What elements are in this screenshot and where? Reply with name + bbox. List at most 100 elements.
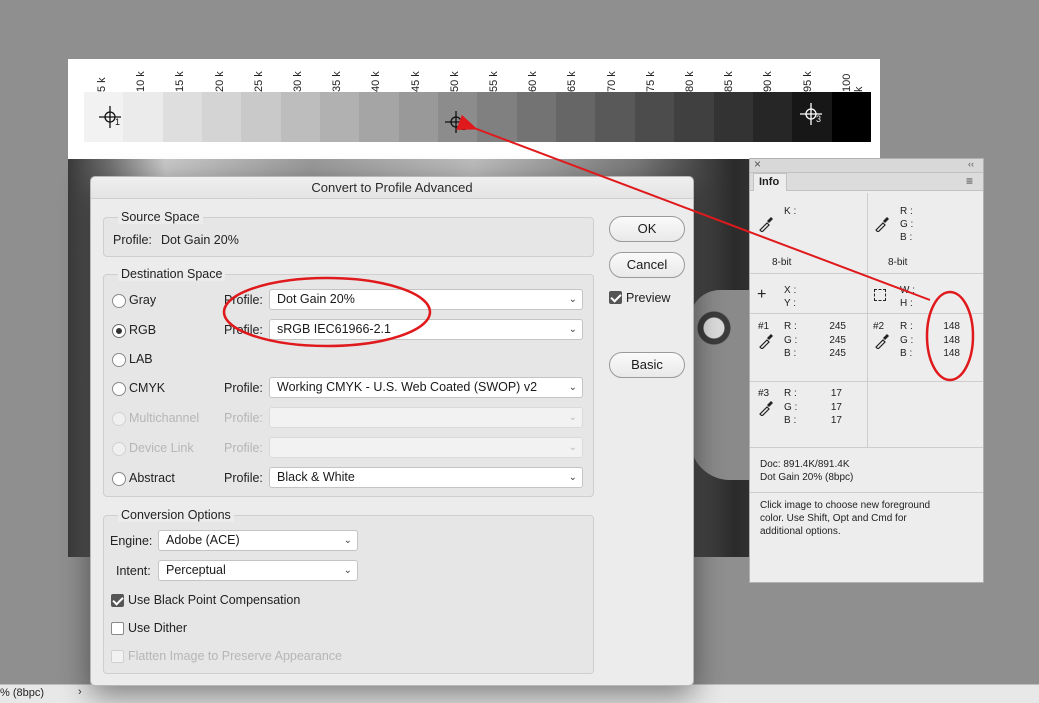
ramp-swatch[interactable]	[713, 92, 753, 142]
engine-label: Engine:	[110, 534, 153, 548]
collapse-icon[interactable]: ‹‹	[968, 159, 974, 169]
tab-info[interactable]: Info	[753, 173, 787, 191]
ramp-swatch[interactable]	[752, 92, 793, 142]
abstract-radio[interactable]	[112, 472, 126, 486]
device-link-label: Device Link	[129, 441, 194, 455]
eyedropper-icon	[874, 216, 890, 233]
gray-profile-select[interactable]: Dot Gain 20% ⌄	[269, 289, 583, 310]
ramp-swatch[interactable]	[516, 92, 557, 142]
sampler-3-r-value: 17	[830, 388, 842, 399]
gray-profile-label: Profile:	[224, 293, 263, 307]
cmyk-profile-value: Working CMYK - U.S. Web Coated (SWOP) v2	[277, 380, 538, 394]
ramp-swatch[interactable]	[674, 92, 714, 142]
abstract-profile-select[interactable]: Black & White ⌄	[269, 467, 583, 488]
status-menu-arrow[interactable]: ›	[78, 686, 82, 698]
close-icon[interactable]: ×	[754, 157, 761, 171]
ramp-swatch[interactable]	[202, 92, 242, 142]
ramp-swatch[interactable]	[556, 92, 596, 142]
ramp-tick-label: 95 k	[801, 71, 814, 92]
ramp-tick-label: 45 k	[409, 71, 422, 92]
cmyk-radio[interactable]	[112, 382, 126, 396]
chevron-down-icon: ⌄	[568, 324, 577, 335]
sampler-3-number: 3	[816, 114, 822, 124]
color-sampler-1-icon[interactable]: 1	[98, 105, 122, 129]
ramp-swatch[interactable]	[280, 92, 321, 142]
ramp-tick-label: 75 k	[644, 71, 657, 92]
color-sampler-2-icon[interactable]: 2	[444, 110, 468, 134]
y-label: Y :	[784, 298, 797, 309]
preview-checkbox[interactable]	[609, 291, 622, 304]
ramp-tick-label: 25 k	[252, 71, 265, 92]
source-profile-label: Profile:	[113, 233, 152, 247]
rgb-radio[interactable]	[112, 324, 126, 338]
help-text-line-1: Click image to choose new foreground	[760, 500, 931, 511]
chevron-down-icon: ⌄	[343, 565, 352, 576]
ramp-tick-label: 90 k	[762, 71, 775, 92]
sampler-2-b-label: B :	[900, 348, 913, 359]
engine-value: Adobe (ACE)	[166, 533, 240, 547]
info-divider	[750, 313, 983, 314]
sampler-2-g-label: G :	[900, 335, 914, 346]
lab-label: LAB	[129, 352, 153, 366]
sampler-2-b-value: 148	[943, 348, 960, 359]
ramp-tick-label: 50 k	[448, 71, 461, 92]
sampler-2-number: 2	[461, 122, 467, 132]
eyedropper-icon	[758, 333, 774, 350]
ramp-swatch[interactable]	[359, 92, 399, 142]
cmyk-profile-select[interactable]: Working CMYK - U.S. Web Coated (SWOP) v2…	[269, 377, 583, 398]
bit-depth-left: 8-bit	[772, 257, 792, 268]
cancel-button[interactable]: Cancel	[609, 252, 685, 278]
dialog-title: Convert to Profile Advanced	[91, 177, 693, 199]
chevron-down-icon: ⌄	[568, 412, 577, 423]
eyedropper-icon	[874, 333, 890, 350]
ramp-swatch[interactable]	[162, 92, 203, 142]
multichannel-profile-select: ⌄	[269, 407, 583, 428]
ramp-swatch[interactable]	[123, 92, 163, 142]
doc-size: Doc: 891.4K/891.4K	[760, 459, 850, 470]
preview-label: Preview	[626, 291, 671, 305]
sampler-1-number: 1	[115, 117, 121, 127]
sampler-1-r-value: 245	[829, 321, 846, 332]
sampler-1-g-label: G :	[784, 335, 798, 346]
ramp-tick-label: 5 k	[96, 77, 108, 92]
engine-select[interactable]: Adobe (ACE) ⌄	[158, 530, 358, 551]
sampler-2-g-value: 148	[943, 335, 960, 346]
ramp-swatch[interactable]	[398, 92, 439, 142]
ramp-tick-label: 35 k	[331, 71, 344, 92]
black-point-checkbox[interactable]	[111, 594, 124, 607]
abstract-profile-value: Black & White	[277, 470, 355, 484]
ramp-tick-label: 70 k	[605, 71, 618, 92]
ramp-swatch[interactable]	[320, 92, 360, 142]
ramp-swatch[interactable]	[477, 92, 517, 142]
dither-checkbox[interactable]	[111, 622, 124, 635]
chevron-down-icon: ⌄	[568, 294, 577, 305]
sampler-3-b-value: 17	[830, 415, 842, 426]
ramp-swatch[interactable]	[634, 92, 675, 142]
sampler-1-r-label: R :	[784, 321, 797, 332]
w-label: W :	[900, 285, 915, 296]
ramp-swatch[interactable]	[831, 92, 871, 142]
ramp-swatch[interactable]	[241, 92, 281, 142]
ramp-swatch[interactable]	[595, 92, 635, 142]
sampler-2-id: #2	[873, 321, 885, 332]
b-label: B :	[900, 232, 913, 243]
intent-select[interactable]: Perceptual ⌄	[158, 560, 358, 581]
color-sampler-3-icon[interactable]: 3	[799, 102, 823, 126]
ok-button[interactable]: OK	[609, 216, 685, 242]
gray-radio[interactable]	[112, 294, 126, 308]
lab-radio[interactable]	[112, 353, 126, 367]
gray-ramp[interactable]	[84, 92, 871, 142]
basic-button[interactable]: Basic	[609, 352, 685, 378]
status-doc-info: % (8bpc)	[0, 687, 45, 699]
chevron-down-icon: ⌄	[343, 535, 352, 546]
h-label: H :	[900, 298, 913, 309]
help-text-line-3: additional options.	[760, 526, 841, 537]
info-divider	[750, 492, 983, 493]
panel-menu-icon[interactable]: ≡	[966, 174, 973, 188]
ramp-tick-label: 100 k	[840, 73, 865, 92]
ramp-tick-label: 15 k	[174, 71, 187, 92]
ramp-tick-label: 40 k	[370, 71, 383, 92]
ramp-tick-label: 65 k	[566, 71, 579, 92]
rgb-profile-select[interactable]: sRGB IEC61966-2.1 ⌄	[269, 319, 583, 340]
chevron-down-icon: ⌄	[568, 382, 577, 393]
